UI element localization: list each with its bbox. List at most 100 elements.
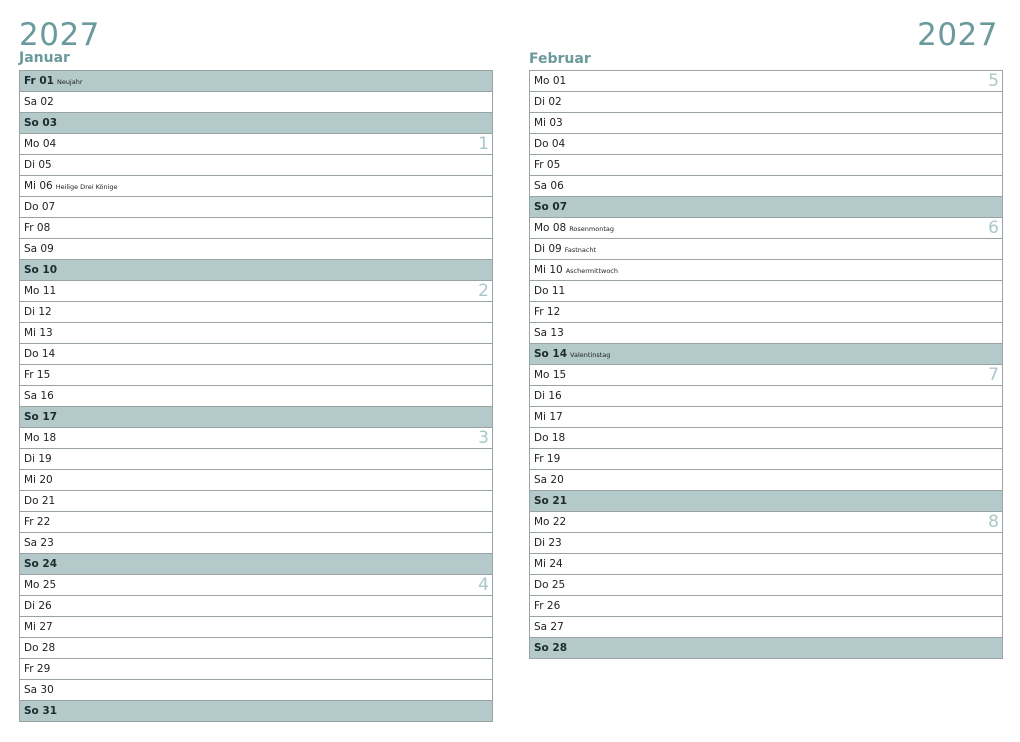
day-cell: Sa 23 bbox=[24, 536, 54, 550]
holiday-label: Heilige Drei Könige bbox=[55, 183, 118, 191]
day-label: Do 21 bbox=[24, 495, 56, 507]
day-cell: Fr 19 bbox=[534, 452, 560, 466]
day-label: Do 28 bbox=[24, 642, 56, 654]
day-cell: Di 19 bbox=[24, 452, 52, 466]
day-row: So 14 Valentinstag bbox=[530, 344, 1002, 365]
day-row: Do 14 bbox=[20, 344, 492, 365]
day-cell: Do 14 bbox=[24, 347, 55, 361]
day-label: Mi 24 bbox=[534, 558, 563, 570]
day-row: Mo 25 4 bbox=[20, 575, 492, 596]
month-grid-february: Mo 01 5 Di 02 Mi 03 Do 04 Fr 05 Sa 06 So 07 Mo 0… bbox=[529, 70, 1003, 659]
day-cell: Sa 02 bbox=[24, 95, 54, 109]
day-row: Di 16 bbox=[530, 386, 1002, 407]
day-cell: Sa 27 bbox=[534, 620, 564, 634]
day-label: So 28 bbox=[534, 642, 568, 654]
day-label: So 31 bbox=[24, 705, 58, 717]
day-row: Mi 17 bbox=[530, 407, 1002, 428]
day-cell: Fr 08 bbox=[24, 221, 50, 235]
day-row: So 07 bbox=[530, 197, 1002, 218]
day-label: Mo 15 bbox=[534, 369, 567, 381]
day-row: Mi 27 bbox=[20, 617, 492, 638]
day-label: Mi 17 bbox=[534, 411, 563, 423]
day-label: Do 04 bbox=[534, 138, 566, 150]
day-label: Di 19 bbox=[24, 453, 52, 465]
day-cell: Di 16 bbox=[534, 389, 562, 403]
day-row: Fr 12 bbox=[530, 302, 1002, 323]
day-row: Do 04 bbox=[530, 134, 1002, 155]
day-row: Sa 16 bbox=[20, 386, 492, 407]
day-cell: Di 26 bbox=[24, 599, 52, 613]
day-row: Mo 04 1 bbox=[20, 134, 492, 155]
day-label: So 10 bbox=[24, 264, 58, 276]
day-cell: Sa 09 bbox=[24, 242, 54, 256]
day-row: Fr 19 bbox=[530, 449, 1002, 470]
day-row: So 31 bbox=[20, 701, 492, 722]
day-label: Fr 19 bbox=[534, 453, 561, 465]
day-cell: Di 05 bbox=[24, 158, 52, 172]
day-cell: Fr 29 bbox=[24, 662, 50, 676]
holiday-label: Fastnacht bbox=[564, 246, 597, 254]
day-label: Sa 06 bbox=[534, 180, 564, 192]
day-cell: Mi 10 Aschermittwoch bbox=[534, 263, 618, 278]
day-label: Di 05 bbox=[24, 159, 52, 171]
day-label: Di 23 bbox=[534, 537, 562, 549]
week-number: 5 bbox=[988, 71, 999, 91]
day-cell: Do 07 bbox=[24, 200, 55, 214]
day-row: Fr 05 bbox=[530, 155, 1002, 176]
day-cell: Fr 26 bbox=[534, 599, 560, 613]
day-row: Fr 26 bbox=[530, 596, 1002, 617]
day-cell: Sa 13 bbox=[534, 326, 564, 340]
day-cell: Mo 18 bbox=[24, 431, 56, 445]
day-cell: Do 18 bbox=[534, 431, 565, 445]
day-label: Mo 01 bbox=[534, 75, 567, 87]
day-label: Do 25 bbox=[534, 579, 566, 591]
day-cell: Di 09 Fastnacht bbox=[534, 242, 596, 257]
day-label: Sa 16 bbox=[24, 390, 54, 402]
day-cell: Mi 06 Heilige Drei Könige bbox=[24, 179, 118, 194]
day-cell: Do 11 bbox=[534, 284, 565, 298]
day-cell: So 03 bbox=[24, 116, 57, 130]
day-row: Do 21 bbox=[20, 491, 492, 512]
day-row: Di 02 bbox=[530, 92, 1002, 113]
day-label: Mo 04 bbox=[24, 138, 57, 150]
day-cell: Do 04 bbox=[534, 137, 565, 151]
day-label: Fr 22 bbox=[24, 516, 51, 528]
day-cell: So 07 bbox=[534, 200, 567, 214]
day-label: Mo 22 bbox=[534, 516, 567, 528]
day-cell: Mo 01 bbox=[534, 74, 566, 88]
day-cell: Do 28 bbox=[24, 641, 55, 655]
day-row: Sa 06 bbox=[530, 176, 1002, 197]
day-row: Fr 01 Neujahr bbox=[20, 71, 492, 92]
day-label: Mi 20 bbox=[24, 474, 53, 486]
day-label: Fr 12 bbox=[534, 306, 561, 318]
holiday-label: Aschermittwoch bbox=[565, 267, 618, 275]
day-cell: Mi 13 bbox=[24, 326, 53, 340]
day-row: Sa 02 bbox=[20, 92, 492, 113]
day-label: So 14 bbox=[534, 348, 568, 360]
day-row: Mo 18 3 bbox=[20, 428, 492, 449]
day-cell: Di 12 bbox=[24, 305, 52, 319]
day-row: Di 05 bbox=[20, 155, 492, 176]
day-cell: Mi 27 bbox=[24, 620, 53, 634]
day-row: So 28 bbox=[530, 638, 1002, 659]
day-row: Mi 13 bbox=[20, 323, 492, 344]
day-row: Di 12 bbox=[20, 302, 492, 323]
day-row: Mo 15 7 bbox=[530, 365, 1002, 386]
day-label: Mo 08 bbox=[534, 222, 567, 234]
day-label: So 21 bbox=[534, 495, 568, 507]
day-cell: Sa 30 bbox=[24, 683, 54, 697]
day-label: So 03 bbox=[24, 117, 58, 129]
day-label: Di 02 bbox=[534, 96, 562, 108]
day-label: Mi 27 bbox=[24, 621, 53, 633]
day-label: Sa 02 bbox=[24, 96, 54, 108]
day-cell: So 24 bbox=[24, 557, 57, 571]
day-row: Mo 22 8 bbox=[530, 512, 1002, 533]
day-cell: Sa 06 bbox=[534, 179, 564, 193]
day-label: Fr 08 bbox=[24, 222, 51, 234]
week-number: 3 bbox=[478, 428, 489, 448]
day-row: Mi 03 bbox=[530, 113, 1002, 134]
day-label: Mi 03 bbox=[534, 117, 563, 129]
week-number: 4 bbox=[478, 575, 489, 595]
day-label: Do 18 bbox=[534, 432, 566, 444]
holiday-label: Neujahr bbox=[56, 78, 83, 86]
